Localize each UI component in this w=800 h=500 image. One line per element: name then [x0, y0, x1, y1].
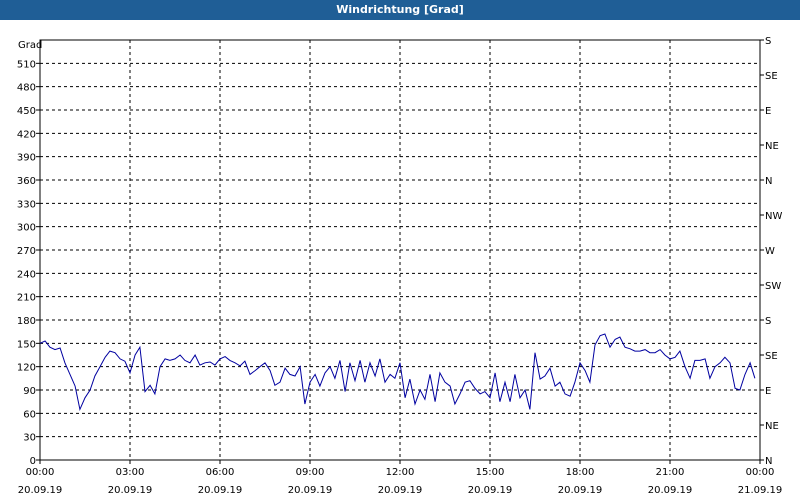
y-tick-label: 390 [17, 153, 36, 164]
y-tick-label: 180 [17, 316, 36, 327]
y-tick-label: 300 [17, 223, 36, 234]
x-tick-date: 20.09.19 [198, 485, 243, 496]
y-axis-label: Grad [18, 40, 42, 51]
y-tick-label: 510 [17, 59, 36, 70]
x-tick-date: 20.09.19 [288, 485, 333, 496]
x-tick-date: 20.09.19 [468, 485, 513, 496]
chart-area: 0 30 60 90 120 150 180 210 240 270 300 330 360 390 420… [17, 36, 783, 496]
right-axis-label: E [765, 106, 771, 117]
y-tick-label: 480 [17, 83, 36, 94]
right-axis-label: N [765, 176, 772, 187]
x-tick-time: 15:00 [476, 467, 505, 478]
right-axis-label: NE [765, 421, 779, 432]
right-axis-label: NE [765, 141, 779, 152]
x-tick-date: 20.09.19 [378, 485, 423, 496]
x-tick-time: 18:00 [566, 467, 595, 478]
y-tick-label: 60 [23, 409, 36, 420]
right-axis-label: NW [765, 211, 782, 222]
right-axis-label: W [765, 246, 775, 257]
y-tick-label: 450 [17, 106, 36, 117]
x-tick-date: 20.09.19 [648, 485, 693, 496]
y-tick-label: 90 [23, 386, 36, 397]
y-tick-label: 360 [17, 176, 36, 187]
y-tick-label: 150 [17, 339, 36, 350]
right-axis-label: S [765, 316, 771, 327]
y-tick-label: 240 [17, 269, 36, 280]
x-tick-time: 21:00 [656, 467, 685, 478]
chart-window: Windrichtung [Grad] 0 30 60 90 120 150 180 210 2… [0, 0, 800, 500]
x-tick-date: 20.09.19 [558, 485, 603, 496]
x-tick-time: 12:00 [386, 467, 415, 478]
x-tick-time: 03:00 [116, 467, 145, 478]
right-axis-label: S [765, 36, 771, 47]
y-tick-label: 0 [30, 456, 36, 467]
chart-title: Windrichtung [Grad] [0, 0, 800, 20]
y-tick-label: 210 [17, 293, 36, 304]
x-tick-time: 00:00 [26, 467, 55, 478]
right-axis-label: SE [765, 351, 778, 362]
right-axis-label: SE [765, 71, 778, 82]
right-axis-label: N [765, 456, 772, 467]
right-axis-label: SW [765, 281, 781, 292]
x-tick-date: 20.09.19 [108, 485, 153, 496]
y-tick-label: 330 [17, 199, 36, 210]
right-axis-label: E [765, 386, 771, 397]
y-tick-label: 420 [17, 129, 36, 140]
x-tick-time: 06:00 [206, 467, 235, 478]
x-tick-time: 00:00 [746, 467, 775, 478]
y-tick-label: 120 [17, 363, 36, 374]
x-tick-date: 20.09.19 [18, 485, 63, 496]
x-tick-date: 21.09.19 [738, 485, 783, 496]
y-tick-label: 270 [17, 246, 36, 257]
x-tick-time: 09:00 [296, 467, 325, 478]
y-tick-label: 30 [23, 433, 36, 444]
